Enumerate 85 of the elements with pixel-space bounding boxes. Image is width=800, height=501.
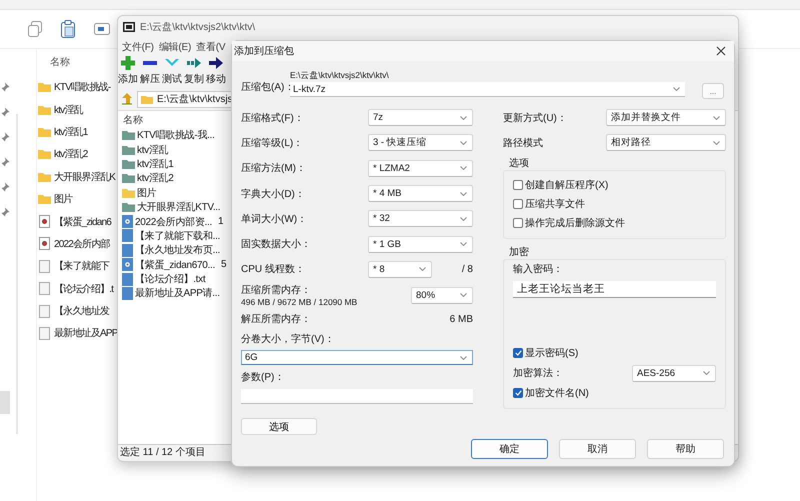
- dialog-button[interactable]: 确定: [471, 439, 548, 459]
- menu-item[interactable]: 编辑(E): [158, 40, 192, 54]
- memory-value: 6 MB: [450, 314, 473, 325]
- dropdown[interactable]: * 4 MB: [368, 185, 473, 202]
- field-label: 路径模式: [503, 136, 544, 150]
- column-header[interactable]: 名称: [50, 55, 70, 71]
- dropdown[interactable]: * 8: [368, 260, 432, 278]
- file-name[interactable]: 【紫蛋_zidan670...: [135, 258, 215, 272]
- file-name[interactable]: 图片: [54, 192, 72, 206]
- field-label: 压缩格式(F)：: [241, 112, 305, 125]
- toolbar-button[interactable]: 复制: [184, 56, 204, 88]
- field-label: 解压所需内存：: [241, 312, 311, 326]
- group-title: 加密: [508, 246, 530, 259]
- file-name[interactable]: KTV唱歌挑战-我...: [137, 128, 215, 142]
- file-name[interactable]: KTV唱歌挑战-: [54, 80, 110, 94]
- folder-path: E:\云盘\ktv\ktvsjs2\ktv\ktv\: [290, 69, 390, 82]
- password-field[interactable]: 上老王论坛当老王: [513, 280, 716, 298]
- menu-item[interactable]: 查看(V: [196, 40, 226, 54]
- file-name[interactable]: 【来了就能下载和...: [135, 228, 220, 243]
- field-label: 压缩包(A)：: [241, 80, 290, 94]
- field-label: 固实数据大小：: [241, 238, 312, 252]
- field-label: 字典大小(D)：: [241, 188, 306, 201]
- file-name[interactable]: 图片: [137, 186, 156, 200]
- file-name[interactable]: ktv淫乱2: [54, 147, 88, 162]
- toolbar-button[interactable]: 添加: [118, 56, 138, 88]
- memory-usage: 496 MB / 9672 MB / 12090 MB: [241, 297, 358, 308]
- menu-item[interactable]: 文件(F): [122, 40, 154, 54]
- dialog-title: 添加到压缩包: [234, 44, 294, 58]
- toolbar-button[interactable]: 测试: [162, 56, 182, 88]
- dropdown[interactable]: 相对路径: [606, 134, 726, 152]
- file-name[interactable]: 【来了就能下: [54, 259, 110, 274]
- file-name[interactable]: ktv淫乱2: [137, 171, 174, 186]
- file-name[interactable]: 大开眼界淫乱K: [54, 170, 116, 184]
- file-name[interactable]: ktv淫乱1: [137, 156, 174, 171]
- options-button[interactable]: 选项: [241, 418, 317, 436]
- file-size: 1: [218, 216, 224, 228]
- file-name[interactable]: 【论坛介绍】.t: [54, 282, 114, 296]
- file-name[interactable]: ktv淫乱1: [54, 124, 88, 139]
- checkbox-row[interactable]: 压缩共享文件: [513, 196, 716, 212]
- dialog-button[interactable]: 帮助: [647, 439, 724, 459]
- file-name[interactable]: 2022会所内部资...: [135, 214, 212, 229]
- checkbox-row[interactable]: 创建自解压程序(X): [513, 178, 716, 193]
- field-label: 加密算法：: [513, 366, 563, 380]
- status-bar-text: 选定 11 / 12 个项目: [120, 447, 206, 458]
- dropdown[interactable]: 3 - 快速压缩: [368, 134, 473, 152]
- group-title: 选项: [508, 158, 530, 170]
- archive-name-combo[interactable]: L-ktv.7z: [290, 82, 686, 97]
- dropdown[interactable]: 80%: [411, 286, 473, 304]
- toolbar-button[interactable]: 移动: [206, 56, 226, 88]
- thread-count: / 8: [462, 264, 473, 275]
- dropdown[interactable]: * 32: [368, 210, 473, 228]
- volume-size-combo[interactable]: 6G: [241, 350, 473, 366]
- checkbox-row[interactable]: 加密文件名(N): [513, 386, 716, 401]
- dropdown[interactable]: AES-256: [632, 364, 716, 382]
- field-label: 参数(P)：: [241, 371, 286, 386]
- field-label: 压缩所需内存：: [241, 285, 311, 296]
- dropdown[interactable]: 7z: [368, 109, 473, 126]
- file-name[interactable]: 最新地址及APP请...: [135, 286, 220, 300]
- file-name[interactable]: ktv淫乱: [54, 102, 83, 117]
- field-label: 输入密码：: [513, 264, 564, 276]
- checkbox-row[interactable]: 操作完成后删除源文件: [513, 216, 716, 231]
- dropdown[interactable]: * LZMA2: [368, 160, 473, 177]
- file-name[interactable]: 【论坛介绍】.txt: [135, 272, 206, 286]
- file-name[interactable]: 2022会所内部: [54, 236, 110, 251]
- dropdown[interactable]: * 1 GB: [368, 236, 473, 253]
- file-size: 5: [221, 259, 226, 270]
- field-label: 单词大小(W)：: [241, 212, 308, 226]
- dialog-button[interactable]: 取消: [559, 439, 636, 459]
- checkbox-row[interactable]: 显示密码(S): [513, 346, 716, 361]
- field-label: 分卷大小，字节(V)：: [241, 333, 336, 348]
- file-name[interactable]: 【紫蛋_zidan6: [54, 214, 112, 229]
- file-name[interactable]: 【永久地址发布页...: [135, 243, 220, 258]
- field-label: 压缩方法(M)：: [241, 162, 307, 176]
- dropdown[interactable]: 添加并替换文件: [606, 109, 726, 126]
- file-name[interactable]: 大开眼界淫乱KTV...: [137, 200, 220, 214]
- file-name[interactable]: 【永久地址发: [54, 304, 110, 318]
- address-bar[interactable]: E:\云盘\ktv\ktvsjs: [137, 90, 233, 108]
- file-name[interactable]: 最新地址及APP: [54, 326, 118, 340]
- window-title: E:\云盘\ktv\ktvsjs2\ktv\ktv\: [140, 21, 256, 34]
- field-label: 更新方式(U)：: [503, 112, 568, 125]
- toolbar-button[interactable]: 解压: [140, 56, 160, 88]
- browse-button[interactable]: ...: [702, 83, 724, 99]
- field-label: 压缩等级(L)：: [241, 136, 304, 150]
- field-label: CPU 线程数：: [241, 262, 306, 276]
- file-name[interactable]: ktv淫乱: [137, 142, 168, 157]
